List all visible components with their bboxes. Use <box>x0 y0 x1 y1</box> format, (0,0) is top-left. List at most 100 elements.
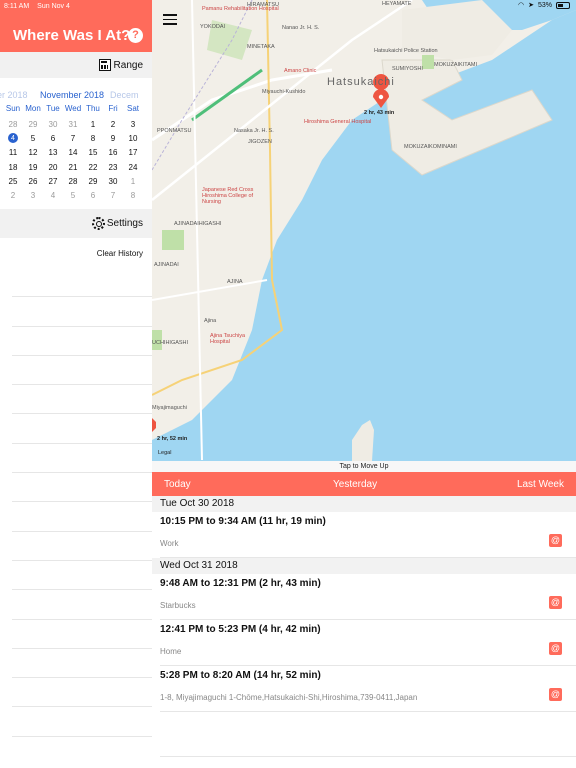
calendar-day-number: 19 <box>28 162 38 172</box>
calendar-day[interactable]: 4 <box>3 131 23 145</box>
calendar-day[interactable]: 24 <box>123 160 143 174</box>
email-icon[interactable]: @ <box>549 642 562 655</box>
calendar-day[interactable]: 25 <box>3 174 23 188</box>
history-entry[interactable]: 12:41 PM to 5:23 PM (4 hr, 42 min) Home … <box>160 620 576 666</box>
history-entry[interactable]: 10:15 PM to 9:34 AM (11 hr, 19 min) Work… <box>160 512 576 558</box>
map-view[interactable]: HEYAMATE HIRAMATSU Pamanu Rehabilitation… <box>152 0 576 461</box>
calendar-day[interactable]: 9 <box>103 131 123 145</box>
calendar-day[interactable]: 4 <box>43 188 63 202</box>
legal-link[interactable]: Legal <box>158 450 171 456</box>
calendar-day[interactable]: 1 <box>83 117 103 131</box>
map-label: Miyauchi-Kushido <box>262 89 306 95</box>
list-item <box>12 473 152 503</box>
calendar-day[interactable]: 1 <box>123 174 143 188</box>
calendar-day[interactable]: 21 <box>63 160 83 174</box>
calendar-day[interactable]: 2 <box>103 117 123 131</box>
calendar-day[interactable]: 18 <box>3 160 23 174</box>
prev-month[interactable]: er 2018 <box>0 90 28 100</box>
calendar-day-number: 14 <box>68 148 78 158</box>
app-title: Where Was I At? <box>13 27 131 44</box>
calendar-day[interactable]: 5 <box>63 188 83 202</box>
days-of-week: Sun Mon Tue Wed Thu Fri Sat <box>3 104 143 113</box>
menu-icon[interactable] <box>163 14 177 25</box>
calendar-day[interactable]: 26 <box>23 174 43 188</box>
email-icon[interactable]: @ <box>549 596 562 609</box>
calendar-day[interactable]: 31 <box>63 117 83 131</box>
range-button[interactable]: Range <box>98 59 143 71</box>
calendar-day-number: 18 <box>8 162 18 172</box>
range-label: Range <box>113 59 143 71</box>
calendar-day[interactable]: 6 <box>83 188 103 202</box>
calendar-day[interactable]: 16 <box>103 146 123 160</box>
tab-yesterday[interactable]: Yesterday <box>333 479 377 490</box>
help-icon[interactable]: ? <box>128 28 143 43</box>
clear-history-button[interactable]: Clear History <box>97 249 143 258</box>
calendar-day[interactable]: 13 <box>43 146 63 160</box>
calendar-day[interactable]: 14 <box>63 146 83 160</box>
calendar-day-number: 3 <box>30 191 36 201</box>
status-date: Sun Nov 4 <box>37 2 70 10</box>
calendar-day[interactable]: 19 <box>23 160 43 174</box>
history-entry[interactable]: 9:48 AM to 12:31 PM (2 hr, 43 min) Starb… <box>160 574 576 620</box>
calendar-day[interactable]: 12 <box>23 146 43 160</box>
day-of-week-label: Mon <box>25 104 41 113</box>
tap-to-move-up[interactable]: Tap to Move Up <box>152 461 576 472</box>
calendar-day-number: 22 <box>88 162 98 172</box>
calendar-day[interactable]: 23 <box>103 160 123 174</box>
calendar-day[interactable]: 30 <box>103 174 123 188</box>
list-item <box>12 502 152 532</box>
calendar-day[interactable]: 8 <box>123 188 143 202</box>
calendar-day[interactable]: 15 <box>83 146 103 160</box>
calendar-day[interactable]: 6 <box>43 131 63 145</box>
calendar-day[interactable]: 5 <box>23 131 43 145</box>
calendar-day[interactable]: 22 <box>83 160 103 174</box>
status-time: 8:11 AM <box>4 2 30 10</box>
range-tabs: Today Yesterday Last Week <box>152 472 576 496</box>
calendar-day[interactable]: 8 <box>83 131 103 145</box>
calendar-day[interactable]: 28 <box>63 174 83 188</box>
calendar-day[interactable]: 20 <box>43 160 63 174</box>
calendar-day[interactable]: 10 <box>123 131 143 145</box>
calendar-day-number: 2 <box>10 191 16 201</box>
calendar-day[interactable]: 3 <box>23 188 43 202</box>
tab-today[interactable]: Today <box>164 479 191 490</box>
calendar-day-number: 16 <box>108 148 118 158</box>
calendar-day-number: 2 <box>110 119 116 129</box>
calendar-day[interactable]: 30 <box>43 117 63 131</box>
calendar-day[interactable]: 7 <box>63 131 83 145</box>
list-item <box>12 327 152 356</box>
status-bar: 8:11 AM Sun Nov 4 ◠ ➤ 53% <box>0 0 576 12</box>
calendar-day-number: 11 <box>8 148 18 158</box>
settings-button[interactable]: Settings <box>91 217 143 230</box>
map-label: AJINADAIHIGASHI <box>174 221 222 227</box>
calendar-day[interactable]: 29 <box>23 117 43 131</box>
tab-last-week[interactable]: Last Week <box>517 479 564 490</box>
city-label: Hatsukaichi <box>327 76 395 88</box>
calculator-icon <box>98 59 111 71</box>
history-entry[interactable]: 5:28 PM to 8:20 AM (14 hr, 52 min) 1-8, … <box>160 666 576 712</box>
calendar-day-number: 4 <box>8 133 18 144</box>
calendar-day[interactable]: 29 <box>83 174 103 188</box>
calendar-day-number: 17 <box>128 148 138 158</box>
calendar-day[interactable]: 7 <box>103 188 123 202</box>
calendar-day[interactable]: 3 <box>123 117 143 131</box>
entry-place: Work <box>160 539 179 548</box>
calendar-day[interactable]: 28 <box>3 117 23 131</box>
calendar-day[interactable]: 17 <box>123 146 143 160</box>
calendar-day-number: 3 <box>130 119 136 129</box>
list-item <box>12 590 152 620</box>
email-icon[interactable]: @ <box>549 534 562 547</box>
map-label: Hiroshima General Hospital <box>304 119 372 125</box>
day-of-week-label: Thu <box>86 104 100 113</box>
next-month[interactable]: Decem <box>110 90 139 100</box>
calendar-day[interactable]: 27 <box>43 174 63 188</box>
calendar-day-number: 7 <box>110 191 116 201</box>
map-label: MOKUZAIKITAMI <box>434 62 477 68</box>
calendar-day[interactable]: 2 <box>3 188 23 202</box>
calendar-day-number: 5 <box>30 133 36 143</box>
map-label: JIGOZEN <box>248 139 272 145</box>
calendar-day-number: 6 <box>90 191 96 201</box>
calendar-day[interactable]: 11 <box>3 146 23 160</box>
calendar-day-number: 6 <box>50 133 56 143</box>
email-icon[interactable]: @ <box>549 688 562 701</box>
